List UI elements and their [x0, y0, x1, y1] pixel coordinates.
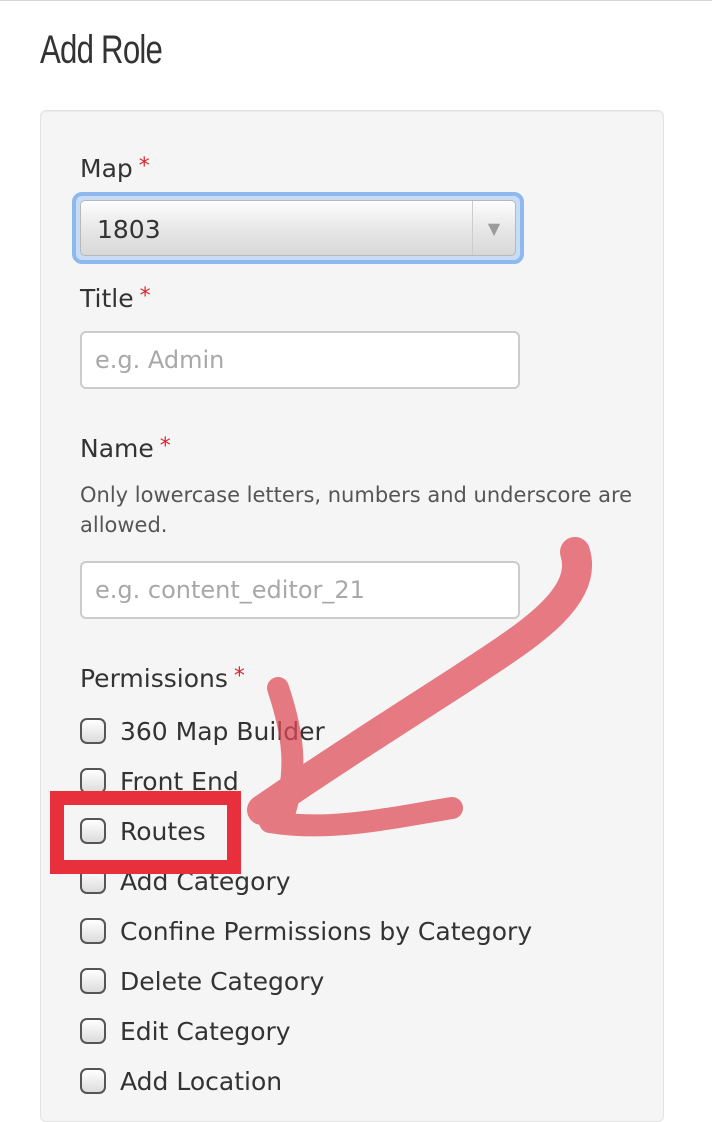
required-mark: * [159, 434, 171, 459]
permission-label: Edit Category [120, 1016, 291, 1046]
permissions-label-text: Permissions [80, 664, 228, 693]
checkbox[interactable] [80, 1068, 106, 1094]
map-select-value: 1803 [97, 215, 161, 244]
title-label-text: Title [80, 284, 134, 313]
permission-edit-category[interactable]: Edit Category [80, 1016, 291, 1046]
top-divider [0, 0, 712, 1]
title-label: Title * [80, 284, 151, 313]
checkbox[interactable] [80, 818, 106, 844]
permission-confine-by-category[interactable]: Confine Permissions by Category [80, 916, 532, 946]
permission-label: Add Location [120, 1066, 283, 1096]
map-select-focus-ring: 1803 ▼ [72, 192, 524, 264]
permission-add-location[interactable]: Add Location [80, 1066, 282, 1096]
title-input[interactable] [80, 331, 520, 389]
permission-add-category[interactable]: Add Category [80, 866, 291, 896]
required-mark: * [233, 664, 245, 689]
permission-label: Add Category [120, 866, 291, 896]
checkbox[interactable] [80, 1018, 106, 1044]
permission-label: 360 Map Builder [120, 716, 325, 746]
permission-routes[interactable]: Routes [80, 816, 206, 846]
required-mark: * [138, 154, 150, 179]
permission-label: Routes [120, 816, 206, 846]
permission-front-end[interactable]: Front End [80, 766, 239, 796]
name-help-text: Only lowercase letters, numbers and unde… [80, 483, 633, 537]
map-label: Map * [80, 154, 150, 183]
permission-label: Delete Category [120, 966, 325, 996]
name-input[interactable] [80, 561, 520, 619]
checkbox[interactable] [80, 718, 106, 744]
permission-360-map-builder[interactable]: 360 Map Builder [80, 716, 325, 746]
checkbox[interactable] [80, 968, 106, 994]
map-label-text: Map [80, 154, 133, 183]
name-label: Name * [80, 434, 171, 463]
permission-delete-category[interactable]: Delete Category [80, 966, 324, 996]
chevron-down-icon[interactable]: ▼ [472, 201, 515, 255]
permission-label: Confine Permissions by Category [120, 916, 533, 946]
required-mark: * [139, 284, 151, 309]
page-title: Add Role [40, 28, 163, 72]
permissions-label: Permissions * [80, 664, 245, 693]
checkbox[interactable] [80, 768, 106, 794]
name-label-text: Name [80, 434, 154, 463]
map-select[interactable]: 1803 ▼ [80, 200, 516, 256]
permission-label: Front End [120, 766, 239, 796]
checkbox[interactable] [80, 918, 106, 944]
checkbox[interactable] [80, 868, 106, 894]
